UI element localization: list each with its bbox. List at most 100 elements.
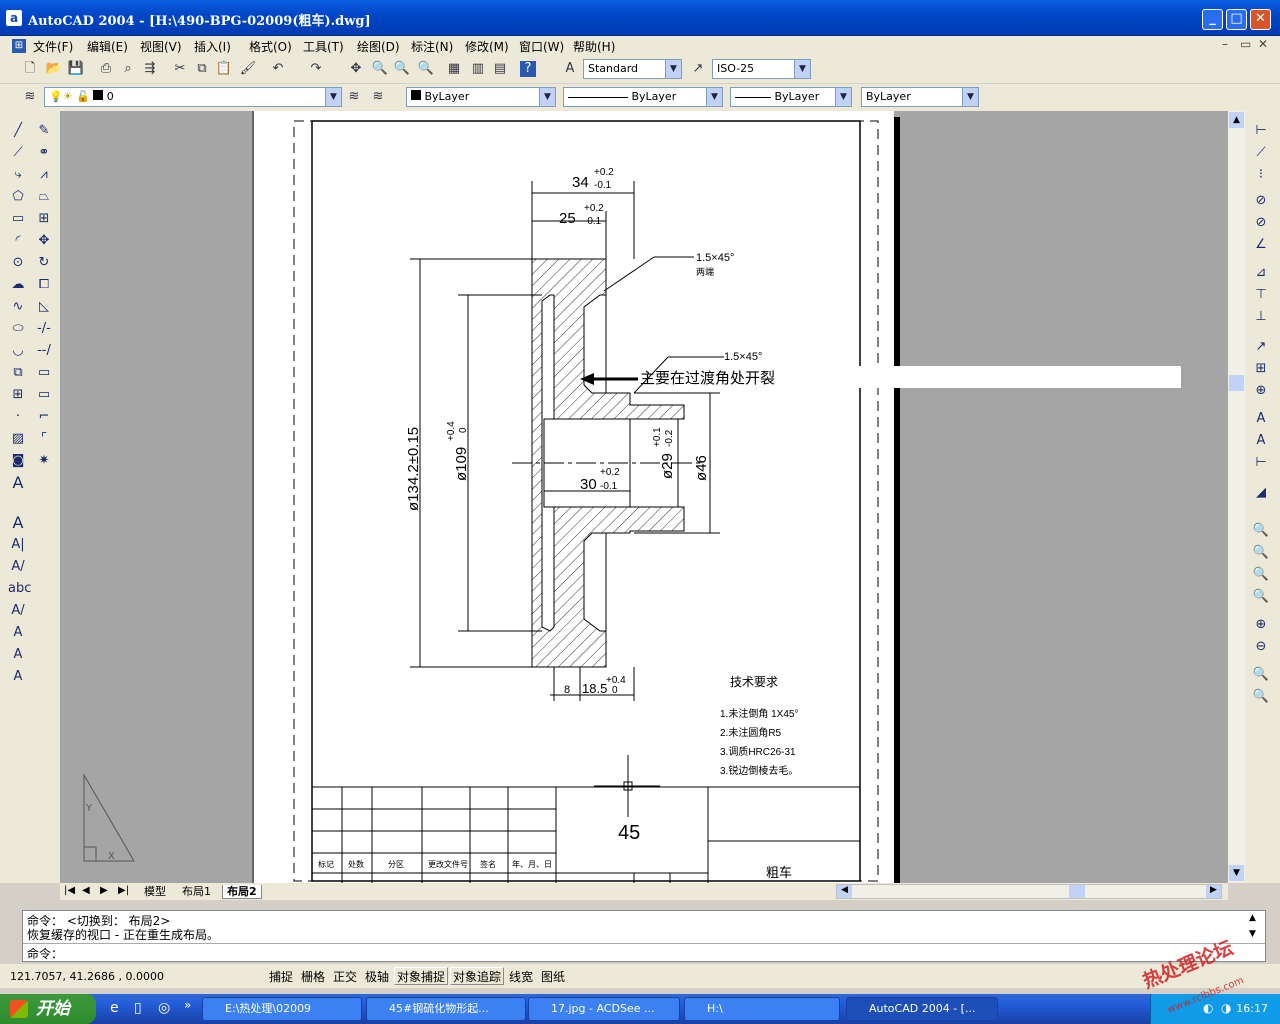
break-at-point-icon[interactable]: ▭	[34, 363, 54, 383]
scroll-down-button[interactable]: ▼	[1229, 865, 1244, 881]
leader-icon[interactable]: ↗	[1251, 337, 1271, 357]
array-icon[interactable]: ⊞	[34, 209, 54, 229]
doc-minimize-button[interactable]: –	[1222, 37, 1228, 51]
line-icon[interactable]: ╱	[8, 121, 28, 141]
construction-line-icon[interactable]: ⟋	[8, 143, 28, 163]
angular-dim-icon[interactable]: ∠	[1251, 235, 1271, 255]
scroll-up-button[interactable]: ▲	[1229, 112, 1244, 128]
pan-icon[interactable]: ✥	[346, 59, 366, 79]
network-icon[interactable]: ◐	[1203, 1001, 1213, 1015]
spell-check-icon[interactable]: abc	[8, 579, 31, 599]
scroll-thumb[interactable]	[1229, 375, 1244, 391]
print-icon[interactable]: ⎙	[96, 59, 116, 79]
cmd-scroll-up[interactable]: ▲	[1249, 913, 1256, 923]
command-prompt[interactable]: 命令：	[27, 945, 63, 962]
publish-icon[interactable]: ⇶	[140, 59, 160, 79]
hscroll-thumb[interactable]	[1069, 885, 1085, 898]
chamfer-icon[interactable]: ⌐	[34, 407, 54, 427]
rotate-icon[interactable]: ↻	[34, 253, 54, 273]
mtext-icon[interactable]: A	[8, 473, 28, 493]
text-style-icon[interactable]: A	[560, 59, 580, 79]
cmd-scroll-down[interactable]: ▼	[1249, 929, 1256, 939]
zoom-scale-icon[interactable]: 🔍	[1251, 565, 1271, 585]
document-icon[interactable]: ⊞	[12, 39, 26, 53]
menu-help[interactable]: 帮助(H)	[573, 38, 615, 55]
start-button[interactable]: 开始	[0, 994, 96, 1024]
clock[interactable]: 16:17	[1236, 994, 1268, 1024]
circle-icon[interactable]: ⊙	[8, 253, 28, 273]
menu-tools[interactable]: 工具(T)	[303, 38, 344, 55]
design-center-icon[interactable]: ▥	[468, 59, 488, 79]
menu-view[interactable]: 视图(V)	[140, 38, 182, 55]
close-button[interactable]: ✕	[1250, 9, 1271, 30]
copy-icon[interactable]: ⧉	[192, 59, 212, 79]
save-icon[interactable]: 💾	[66, 59, 86, 79]
doc-close-button[interactable]: ✕	[1258, 37, 1268, 51]
tab-layout1[interactable]: 布局1	[178, 885, 215, 899]
tab-model[interactable]: 模型	[140, 885, 170, 899]
snap-toggle[interactable]: 捕捉	[266, 967, 297, 985]
polygon-icon[interactable]: ⬠	[8, 187, 28, 207]
make-block-icon[interactable]: ⊞	[8, 385, 28, 405]
open-icon[interactable]: 📂	[44, 59, 64, 79]
erase-icon[interactable]: ✎	[34, 121, 54, 141]
offset-icon[interactable]: ⏢	[34, 187, 54, 207]
rectangle-icon[interactable]: ▭	[8, 209, 28, 229]
ordinate-dim-icon[interactable]: ⁝	[1251, 165, 1271, 185]
tool-palettes-icon[interactable]: ▤	[490, 59, 510, 79]
match-properties-icon[interactable]: 🖌	[238, 59, 258, 79]
ellipse-arc-icon[interactable]: ◡	[8, 341, 28, 361]
grid-toggle[interactable]: 栅格	[298, 967, 329, 985]
desktop-icon[interactable]: ▯	[134, 1000, 142, 1016]
zoom-previous-icon[interactable]: 🔍	[416, 59, 436, 79]
ortho-toggle[interactable]: 正交	[330, 967, 361, 985]
task-explorer[interactable]: E:\热处理\02009	[202, 997, 362, 1021]
autocad-app-icon[interactable]: a	[6, 10, 22, 26]
zoom-extents-icon[interactable]: 🔍	[1251, 687, 1271, 707]
mirror-icon[interactable]: ⩘	[34, 165, 54, 185]
task-word[interactable]: 45#钢硫化物形起...	[366, 997, 526, 1021]
explode-icon[interactable]: ✷	[34, 451, 54, 471]
layer-select[interactable]: 💡☀ 🔓 0 ▼	[44, 87, 342, 107]
polyline-icon[interactable]: ⤷	[8, 165, 28, 185]
dtext-icon[interactable]: A|	[8, 535, 28, 555]
tab-first-button[interactable]: |◀	[64, 885, 75, 896]
cut-icon[interactable]: ✂	[170, 59, 190, 79]
dim-style-2-icon[interactable]: ◢	[1251, 483, 1271, 503]
menu-format[interactable]: 格式(O)	[249, 38, 292, 55]
plotstyle-select[interactable]: ByLayer ▼	[861, 87, 979, 107]
task-acdsee[interactable]: 17.jpg - ACDSee ...	[528, 997, 680, 1021]
coordinate-display[interactable]: 121.7057, 41.2686 , 0.0000	[10, 968, 260, 985]
aligned-dim-icon[interactable]: ⟋	[1251, 143, 1271, 163]
radius-dim-icon[interactable]: ⊘	[1251, 191, 1271, 211]
trim-icon[interactable]: -/-	[34, 319, 54, 339]
arc-icon[interactable]: ◜	[8, 231, 28, 251]
region-icon[interactable]: ◙	[8, 451, 28, 471]
zoom-window-icon[interactable]: 🔍	[392, 59, 412, 79]
menu-window[interactable]: 窗口(W)	[519, 38, 564, 55]
menu-edit[interactable]: 编辑(E)	[87, 38, 128, 55]
hscroll-right-button[interactable]: ▶	[1206, 885, 1221, 898]
ie-icon[interactable]: e	[110, 1000, 119, 1016]
insert-block-icon[interactable]: ⧉	[8, 363, 28, 383]
dim-update-icon[interactable]: ⊢	[1251, 453, 1271, 473]
scale-text-icon[interactable]: A	[8, 623, 28, 643]
preview-icon[interactable]: ⌕	[118, 59, 138, 79]
lineweight-toggle[interactable]: 线宽	[506, 967, 537, 985]
break-icon[interactable]: ▭	[34, 385, 54, 405]
point-icon[interactable]: ·	[8, 407, 28, 427]
diameter-dim-icon[interactable]: ⊘	[1251, 213, 1271, 233]
dim-style-select[interactable]: ISO-25 ▼	[712, 59, 811, 79]
revcloud-icon[interactable]: ☁	[8, 275, 28, 295]
task-h-drive[interactable]: H:\	[684, 997, 840, 1021]
tolerance-icon[interactable]: ⊞	[1251, 359, 1271, 379]
paste-icon[interactable]: 📋	[214, 59, 234, 79]
zoom-in-icon[interactable]: ⊕	[1251, 615, 1271, 635]
color-select[interactable]: ByLayer ▼	[406, 87, 556, 107]
zoom-center-icon[interactable]: 🔍	[1251, 587, 1271, 607]
text-icon[interactable]: A	[8, 513, 28, 533]
layer-previous-icon[interactable]: ≋	[368, 87, 388, 107]
help-icon[interactable]: ?	[520, 61, 536, 77]
menu-file[interactable]: 文件(F)	[33, 38, 73, 55]
polar-toggle[interactable]: 极轴	[362, 967, 393, 985]
